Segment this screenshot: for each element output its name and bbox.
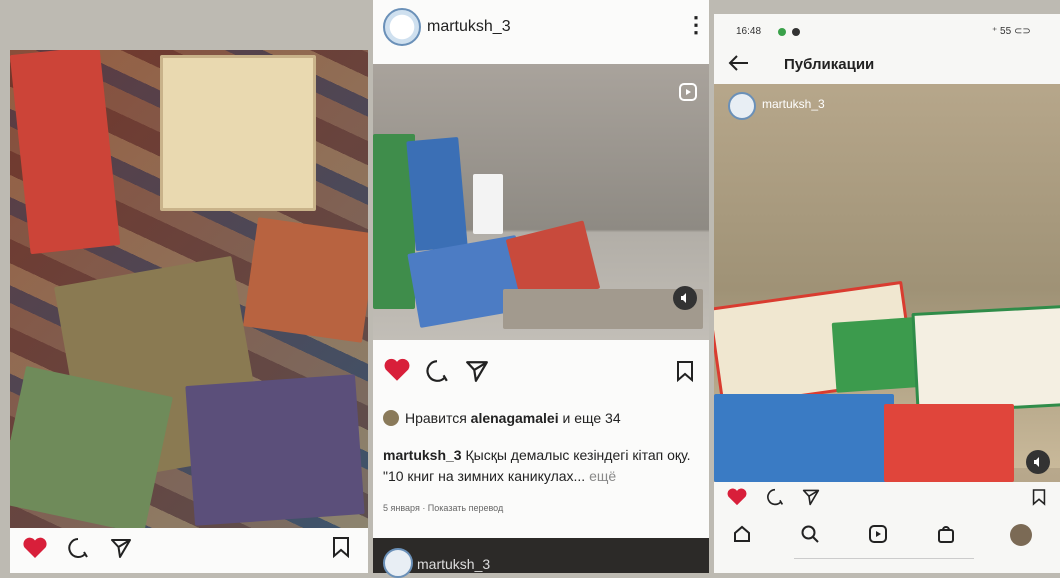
profile-avatar[interactable] [1010, 524, 1032, 546]
status-time: 16:48 [736, 26, 762, 37]
caption-more-link[interactable]: ещё [589, 468, 616, 484]
next-post-header: martuksh_3 [373, 538, 709, 578]
caption: martuksh_3 Қысқы демалыс кезіндегі кітап… [383, 445, 703, 487]
right-post-username[interactable]: martuksh_3 [762, 97, 825, 111]
share-icon[interactable] [110, 537, 132, 559]
avatar[interactable] [728, 92, 756, 120]
system-nav-bar [794, 558, 974, 567]
caption-username[interactable]: martuksh_3 [383, 447, 462, 463]
page-title: Публикации [784, 56, 875, 73]
likes-line: Нравится alenagamalei и еще 34 [383, 410, 621, 426]
next-post-username[interactable]: martuksh_3 [417, 556, 490, 572]
liker-avatar [383, 410, 399, 426]
share-icon[interactable] [465, 359, 489, 383]
shop-icon[interactable] [936, 524, 956, 544]
share-icon[interactable] [802, 488, 820, 506]
right-phone: 16:48 ⁺ 55 ⊂⊃ Публикации martuksh_3 [714, 14, 1060, 573]
search-icon[interactable] [800, 524, 820, 544]
status-dots [792, 28, 800, 36]
right-post-photo: martuksh_3 [714, 84, 1060, 482]
bottom-nav [714, 514, 1060, 573]
comment-icon[interactable] [67, 537, 89, 559]
sound-icon[interactable] [1026, 450, 1050, 474]
bookmark-icon[interactable] [1032, 488, 1046, 506]
reels-icon[interactable] [868, 524, 888, 544]
status-right: ⁺ 55 ⊂⊃ [992, 26, 1031, 37]
likes-suffix[interactable]: и еще 34 [563, 410, 621, 426]
post-header: martuksh_3 ⋮ [373, 0, 709, 62]
sound-icon[interactable] [673, 286, 697, 310]
middle-post: martuksh_3 ⋮ Нравится alenagamalei и еще… [373, 0, 709, 578]
post-username[interactable]: martuksh_3 [427, 18, 511, 36]
left-post-photo [10, 50, 368, 528]
reels-icon [678, 82, 698, 102]
home-icon[interactable] [732, 524, 752, 544]
heart-icon[interactable] [22, 537, 48, 559]
likes-user[interactable]: alenagamalei [471, 410, 559, 426]
middle-post-photo [373, 64, 709, 340]
left-post-actions [10, 528, 368, 573]
avatar[interactable] [383, 8, 421, 46]
post-date[interactable]: 5 января · Показать перевод [383, 503, 503, 513]
comment-icon[interactable] [425, 359, 449, 383]
back-arrow-icon[interactable] [728, 54, 750, 77]
heart-icon[interactable] [726, 488, 748, 506]
comment-icon[interactable] [766, 488, 784, 506]
caption-line2: "10 книг на зимних каникулах... [383, 468, 586, 484]
heart-icon[interactable] [383, 357, 411, 383]
likes-prefix: Нравится [405, 410, 467, 426]
bookmark-icon[interactable] [676, 359, 694, 383]
caption-text: Қысқы демалыс кезіндегі кітап оқу. [465, 447, 691, 463]
avatar[interactable] [383, 548, 413, 578]
bookmark-icon[interactable] [332, 536, 350, 558]
more-options-icon[interactable]: ⋮ [685, 12, 707, 38]
status-dots [778, 28, 786, 36]
